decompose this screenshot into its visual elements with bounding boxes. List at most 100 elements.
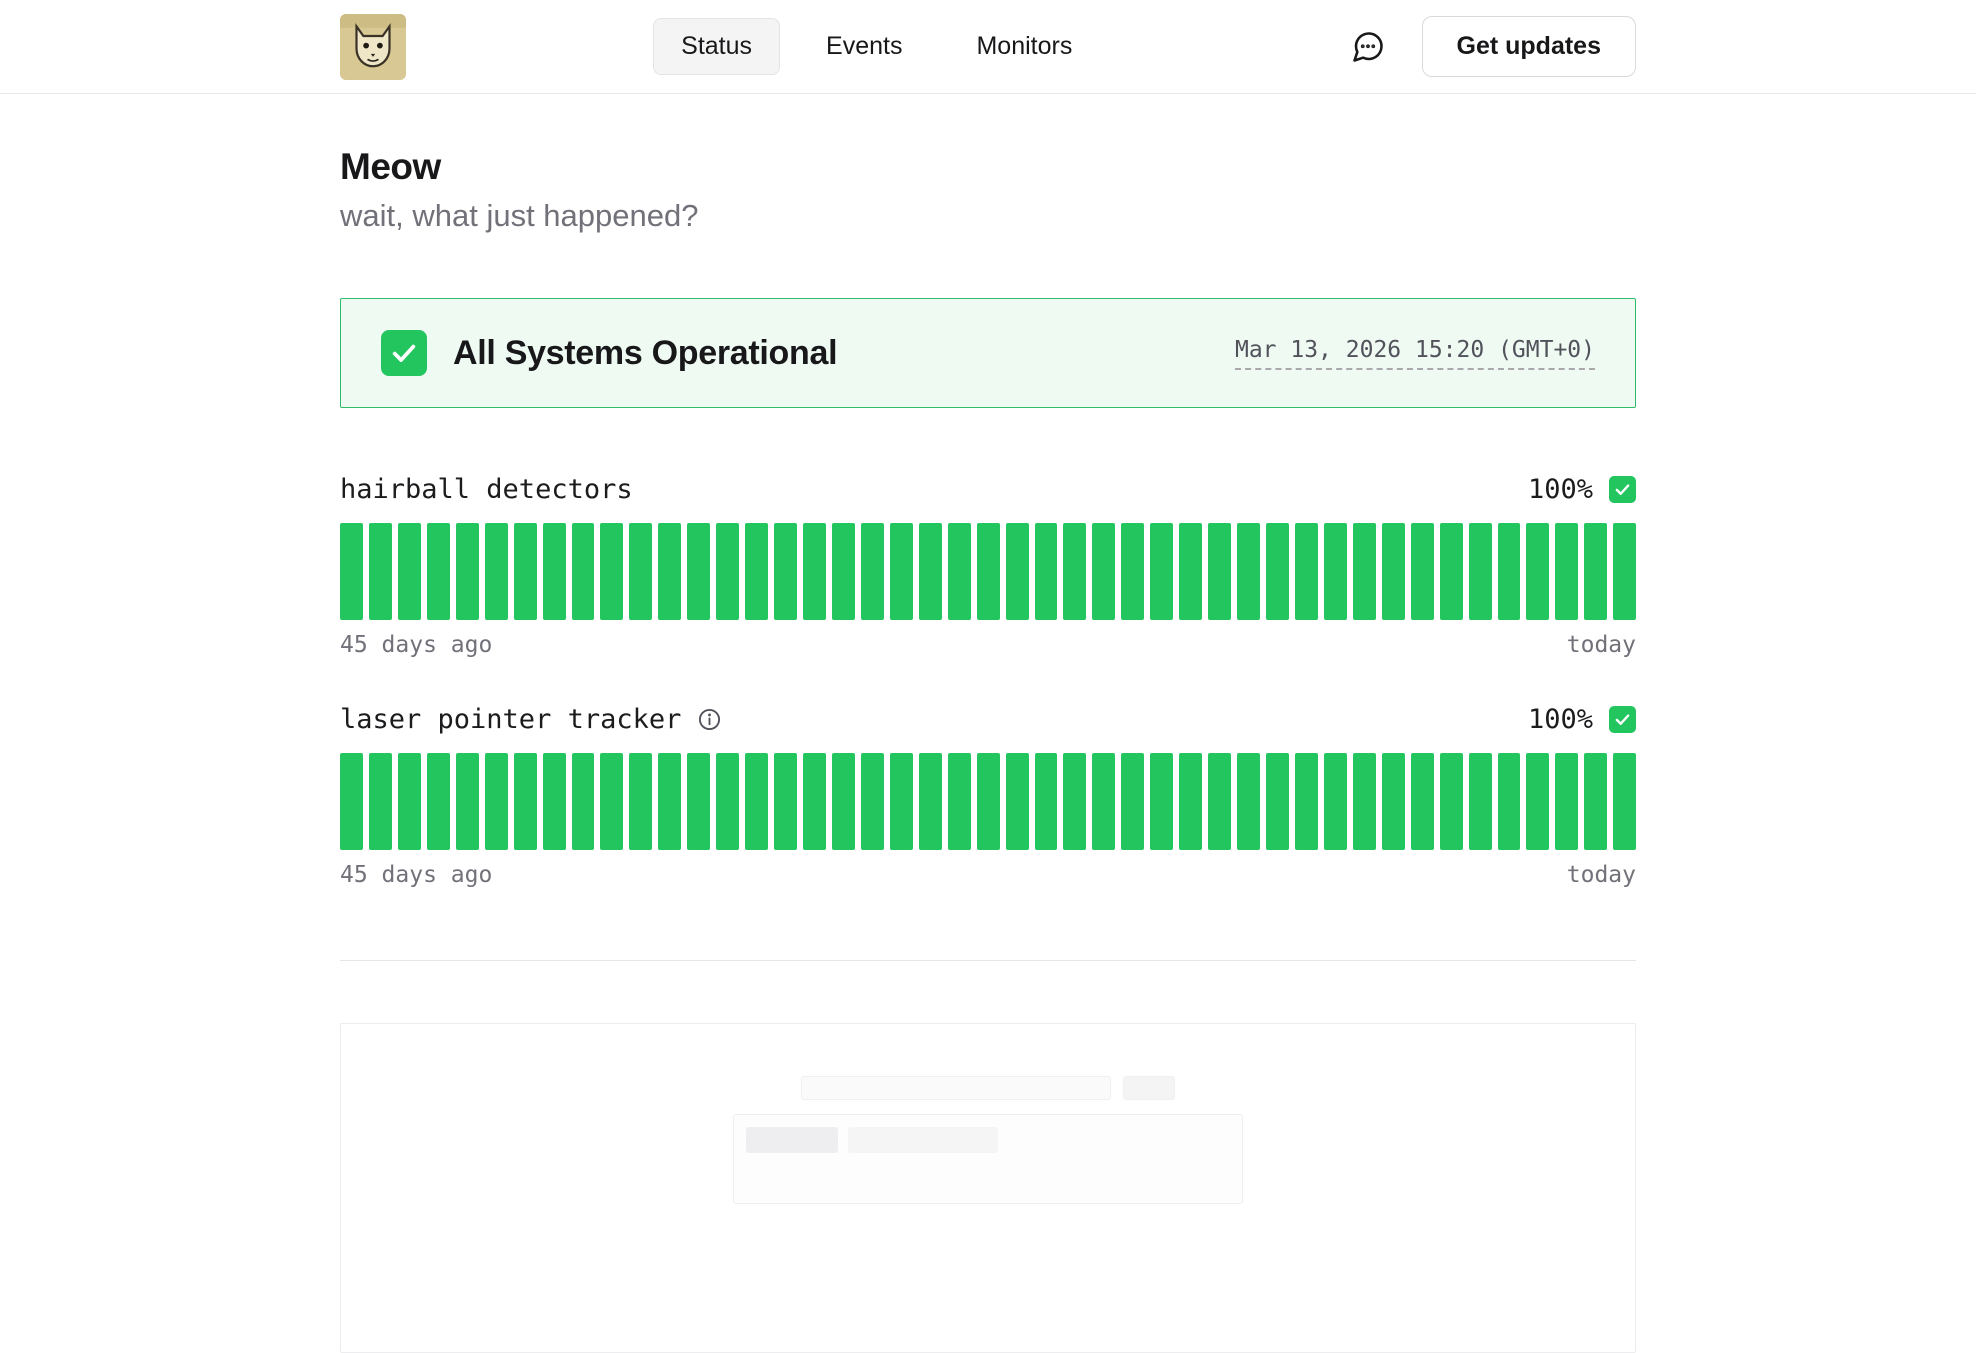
uptime-day-bar[interactable] <box>1324 523 1347 620</box>
uptime-day-bar[interactable] <box>1440 523 1463 620</box>
info-icon[interactable] <box>697 707 722 732</box>
uptime-day-bar[interactable] <box>1006 753 1029 850</box>
uptime-day-bar[interactable] <box>1411 753 1434 850</box>
uptime-day-bar[interactable] <box>1266 753 1289 850</box>
uptime-day-bar[interactable] <box>514 753 537 850</box>
uptime-day-bar[interactable] <box>774 753 797 850</box>
uptime-day-bar[interactable] <box>369 753 392 850</box>
uptime-day-bar[interactable] <box>1555 753 1578 850</box>
uptime-day-bar[interactable] <box>1179 523 1202 620</box>
uptime-day-bar[interactable] <box>1295 753 1318 850</box>
nav-tab-events[interactable]: Events <box>798 18 930 75</box>
uptime-day-bar[interactable] <box>977 523 1000 620</box>
uptime-day-bar[interactable] <box>1035 523 1058 620</box>
uptime-day-bar[interactable] <box>600 523 623 620</box>
uptime-day-bar[interactable] <box>629 753 652 850</box>
uptime-day-bar[interactable] <box>1469 753 1492 850</box>
uptime-day-bar[interactable] <box>919 523 942 620</box>
monitor-status-check-icon[interactable] <box>1609 706 1636 733</box>
uptime-day-bar[interactable] <box>861 523 884 620</box>
uptime-day-bar[interactable] <box>427 523 450 620</box>
uptime-day-bar[interactable] <box>1584 753 1607 850</box>
uptime-day-bar[interactable] <box>1150 523 1173 620</box>
uptime-day-bar[interactable] <box>803 753 826 850</box>
uptime-day-bar[interactable] <box>1526 523 1549 620</box>
uptime-day-bar[interactable] <box>1266 523 1289 620</box>
uptime-day-bar[interactable] <box>1498 523 1521 620</box>
uptime-day-bar[interactable] <box>514 523 537 620</box>
uptime-day-bar[interactable] <box>687 523 710 620</box>
uptime-day-bar[interactable] <box>832 523 855 620</box>
uptime-day-bar[interactable] <box>890 523 913 620</box>
uptime-day-bar[interactable] <box>543 753 566 850</box>
uptime-day-bar[interactable] <box>1208 753 1231 850</box>
uptime-day-bar[interactable] <box>1555 523 1578 620</box>
uptime-day-bar[interactable] <box>1237 523 1260 620</box>
uptime-day-bar[interactable] <box>1063 753 1086 850</box>
uptime-day-bar[interactable] <box>948 523 971 620</box>
monitor-status-check-icon[interactable] <box>1609 476 1636 503</box>
nav-tab-status[interactable]: Status <box>653 18 780 75</box>
uptime-day-bar[interactable] <box>1584 523 1607 620</box>
uptime-day-bar[interactable] <box>1613 753 1636 850</box>
uptime-day-bar[interactable] <box>745 753 768 850</box>
nav-tab-monitors[interactable]: Monitors <box>948 18 1100 75</box>
uptime-day-bar[interactable] <box>1440 753 1463 850</box>
uptime-day-bar[interactable] <box>658 523 681 620</box>
uptime-day-bar[interactable] <box>340 753 363 850</box>
uptime-day-bar[interactable] <box>832 753 855 850</box>
uptime-day-bar[interactable] <box>774 523 797 620</box>
uptime-day-bar[interactable] <box>1353 523 1376 620</box>
uptime-day-bar[interactable] <box>1382 523 1405 620</box>
uptime-day-bar[interactable] <box>716 523 739 620</box>
uptime-day-bar[interactable] <box>543 523 566 620</box>
uptime-day-bar[interactable] <box>485 753 508 850</box>
uptime-day-bar[interactable] <box>1063 523 1086 620</box>
uptime-day-bar[interactable] <box>1526 753 1549 850</box>
feedback-button[interactable] <box>1348 27 1388 67</box>
cat-logo[interactable] <box>340 14 406 80</box>
uptime-day-bar[interactable] <box>1469 523 1492 620</box>
uptime-day-bar[interactable] <box>687 753 710 850</box>
uptime-day-bar[interactable] <box>629 523 652 620</box>
uptime-day-bar[interactable] <box>716 753 739 850</box>
uptime-day-bar[interactable] <box>890 753 913 850</box>
uptime-day-bar[interactable] <box>1324 753 1347 850</box>
uptime-day-bar[interactable] <box>1382 753 1405 850</box>
uptime-day-bar[interactable] <box>340 523 363 620</box>
uptime-day-bar[interactable] <box>600 753 623 850</box>
uptime-day-bar[interactable] <box>572 523 595 620</box>
uptime-day-bar[interactable] <box>1179 753 1202 850</box>
uptime-day-bar[interactable] <box>1121 753 1144 850</box>
uptime-day-bar[interactable] <box>572 753 595 850</box>
uptime-day-bar[interactable] <box>1208 523 1231 620</box>
uptime-day-bar[interactable] <box>456 523 479 620</box>
uptime-day-bar[interactable] <box>803 523 826 620</box>
uptime-day-bar[interactable] <box>1237 753 1260 850</box>
uptime-day-bar[interactable] <box>977 753 1000 850</box>
uptime-day-bar[interactable] <box>1006 523 1029 620</box>
uptime-day-bar[interactable] <box>658 753 681 850</box>
uptime-day-bar[interactable] <box>1092 753 1115 850</box>
uptime-day-bar[interactable] <box>1035 753 1058 850</box>
get-updates-button[interactable]: Get updates <box>1422 16 1636 77</box>
uptime-day-bar[interactable] <box>1121 523 1144 620</box>
uptime-day-bar[interactable] <box>1150 753 1173 850</box>
uptime-day-bar[interactable] <box>948 753 971 850</box>
uptime-day-bar[interactable] <box>369 523 392 620</box>
uptime-day-bar[interactable] <box>1498 753 1521 850</box>
uptime-day-bar[interactable] <box>398 753 421 850</box>
uptime-day-bar[interactable] <box>1613 523 1636 620</box>
uptime-day-bar[interactable] <box>1411 523 1434 620</box>
uptime-day-bar[interactable] <box>456 753 479 850</box>
uptime-day-bar[interactable] <box>485 523 508 620</box>
uptime-day-bar[interactable] <box>919 753 942 850</box>
uptime-day-bar[interactable] <box>861 753 884 850</box>
uptime-day-bar[interactable] <box>1295 523 1318 620</box>
uptime-day-bar[interactable] <box>1353 753 1376 850</box>
uptime-day-bar[interactable] <box>427 753 450 850</box>
uptime-day-bar[interactable] <box>1092 523 1115 620</box>
status-banner-timestamp[interactable]: Mar 13, 2026 15:20 (GMT+0) <box>1235 337 1595 370</box>
uptime-day-bar[interactable] <box>745 523 768 620</box>
uptime-day-bar[interactable] <box>398 523 421 620</box>
